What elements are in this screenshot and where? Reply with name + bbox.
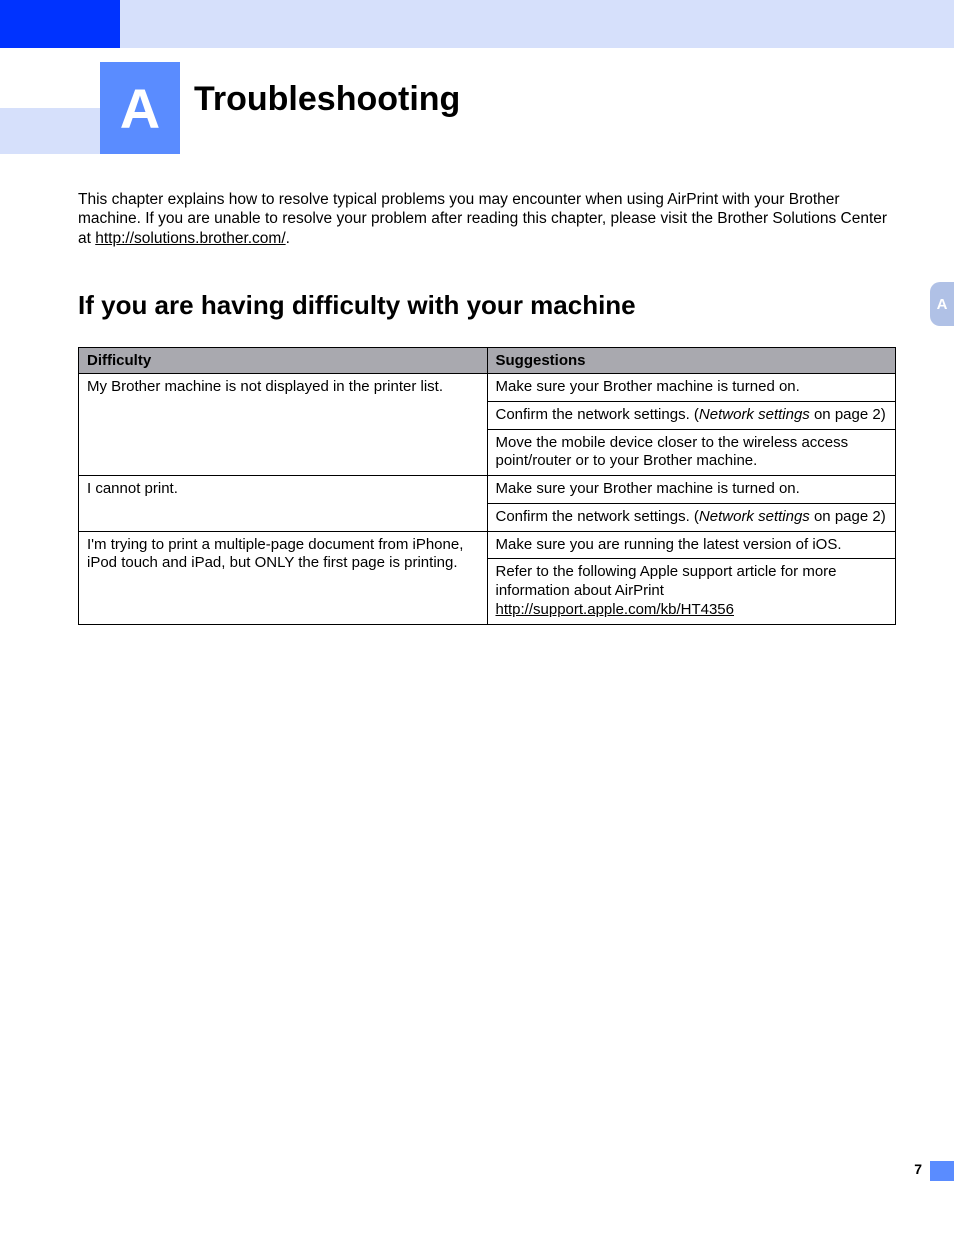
left-strip (0, 108, 100, 154)
chapter-letter: A (120, 76, 160, 141)
solutions-center-link[interactable]: http://solutions.brother.com/ (95, 230, 285, 247)
th-difficulty: Difficulty (79, 348, 488, 374)
chapter-letter-box: A (100, 62, 180, 154)
bottom-accent (930, 1161, 954, 1181)
suggestion-cell: Make sure your Brother machine is turned… (487, 476, 896, 504)
difficulty-cell: I'm trying to print a multiple-page docu… (79, 531, 488, 624)
intro-text-after: . (286, 230, 290, 247)
side-tab: A (930, 282, 954, 326)
chapter-title: Troubleshooting (194, 80, 460, 119)
troubleshooting-table: Difficulty Suggestions My Brother machin… (78, 347, 896, 625)
suggestion-cell: Confirm the network settings. (Network s… (487, 401, 896, 429)
difficulty-cell: I cannot print. (79, 476, 488, 532)
suggestion-cell: Confirm the network settings. (Network s… (487, 503, 896, 531)
apple-support-link[interactable]: http://support.apple.com/kb/HT4356 (496, 601, 734, 618)
content-area: This chapter explains how to resolve typ… (78, 190, 896, 625)
th-suggestions: Suggestions (487, 348, 896, 374)
suggestion-cell: Make sure your Brother machine is turned… (487, 374, 896, 402)
suggestion-cell: Make sure you are running the latest ver… (487, 531, 896, 559)
suggestion-cell: Refer to the following Apple support art… (487, 559, 896, 624)
intro-paragraph: This chapter explains how to resolve typ… (78, 190, 896, 248)
header-corner (0, 0, 120, 48)
header-band (120, 0, 954, 48)
difficulty-cell: My Brother machine is not displayed in t… (79, 374, 488, 476)
subheading: If you are having difficulty with your m… (78, 290, 896, 321)
page-number: 7 (914, 1161, 922, 1177)
suggestion-cell: Move the mobile device closer to the wir… (487, 429, 896, 476)
